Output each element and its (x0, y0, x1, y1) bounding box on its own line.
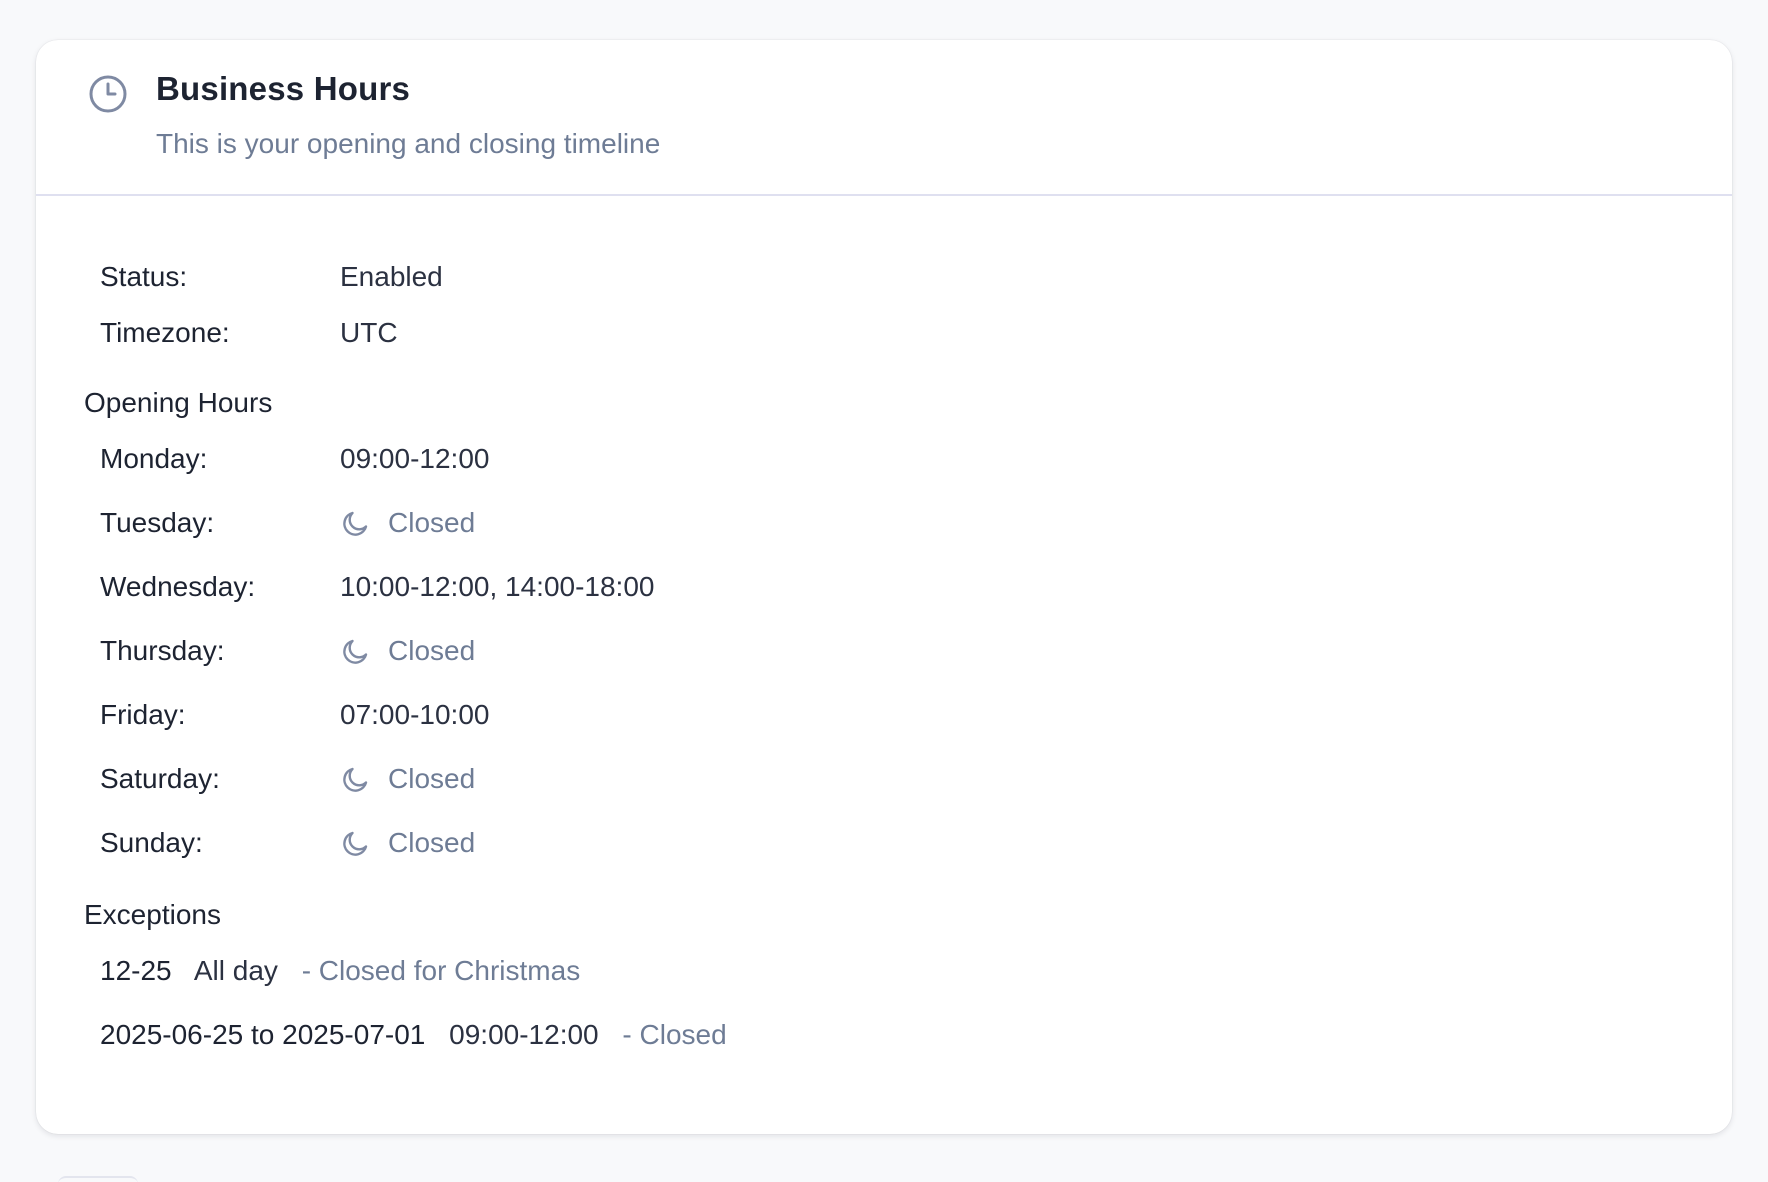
day-closed: Closed (340, 762, 475, 796)
exceptions-title: Exceptions (84, 899, 221, 930)
card-subtitle: This is your opening and closing timelin… (156, 128, 661, 159)
closed-label: Closed (388, 763, 476, 794)
clock-icon (89, 75, 127, 113)
status-row: Status: Enabled (36, 250, 1732, 306)
exception-date: 12-25 (100, 955, 172, 986)
closed-label: Closed (388, 827, 476, 858)
exception-time: All day (193, 955, 278, 986)
exception-note: - Closed for Christmas (301, 955, 581, 986)
status-value: Enabled (340, 261, 443, 292)
day-hours: 07:00-10:00 (340, 699, 490, 730)
exceptions-heading: Exceptions (36, 874, 1732, 938)
closed-label: Closed (388, 635, 476, 666)
moon-icon (343, 767, 368, 792)
business-hours-card: Business Hours This is your opening and … (36, 40, 1732, 1134)
day-row-saturday: Saturday: Closed (36, 746, 1732, 810)
day-row-sunday: Sunday: Closed (36, 810, 1732, 874)
next-card-edge (58, 1176, 138, 1182)
opening-hours-title: Opening Hours (84, 387, 273, 418)
day-label: Wednesday: (100, 571, 256, 602)
day-row-friday: Friday: 07:00-10:00 (36, 682, 1732, 746)
day-label: Monday: (100, 443, 208, 474)
closed-label: Closed (388, 507, 476, 538)
exception-date: 2025-06-25 to 2025-07-01 (100, 1019, 426, 1050)
exception-note: - Closed (622, 1019, 727, 1050)
day-label: Thursday: (100, 635, 225, 666)
opening-hours-heading: Opening Hours (36, 362, 1732, 426)
day-closed: Closed (340, 634, 475, 668)
exception-item: 2025-06-25 to 2025-07-01 09:00-12:00 - C… (100, 1018, 727, 1052)
timezone-value: UTC (340, 317, 398, 348)
day-row-tuesday: Tuesday: Closed (36, 490, 1732, 554)
exception-row: 2025-06-25 to 2025-07-01 09:00-12:00 - C… (36, 1002, 1732, 1066)
page: Business Hours This is your opening and … (0, 0, 1768, 1182)
card-body: Status: Enabled Timezone: UTC Opening Ho… (36, 196, 1732, 1066)
exception-time: 09:00-12:00 (449, 1019, 599, 1050)
day-hours: 09:00-12:00 (340, 443, 490, 474)
moon-icon (343, 831, 368, 856)
moon-icon (343, 639, 368, 664)
day-label: Friday: (100, 699, 186, 730)
card-header: Business Hours This is your opening and … (36, 40, 1732, 196)
moon-icon (343, 511, 368, 536)
day-row-thursday: Thursday: Closed (36, 618, 1732, 682)
timezone-row: Timezone: UTC (36, 306, 1732, 362)
day-label: Saturday: (100, 763, 220, 794)
day-row-wednesday: Wednesday: 10:00-12:00, 14:00-18:00 (36, 554, 1732, 618)
day-closed: Closed (340, 826, 475, 860)
day-label: Sunday: (100, 827, 203, 858)
day-label: Tuesday: (100, 507, 215, 538)
exception-row: 12-25 All day - Closed for Christmas (36, 938, 1732, 1002)
exception-item: 12-25 All day - Closed for Christmas (100, 954, 580, 988)
card-title: Business Hours (156, 70, 411, 107)
status-label: Status: (100, 261, 188, 292)
day-closed: Closed (340, 506, 475, 540)
day-hours: 10:00-12:00, 14:00-18:00 (340, 571, 655, 602)
timezone-label: Timezone: (100, 317, 230, 348)
day-row-monday: Monday: 09:00-12:00 (36, 426, 1732, 490)
